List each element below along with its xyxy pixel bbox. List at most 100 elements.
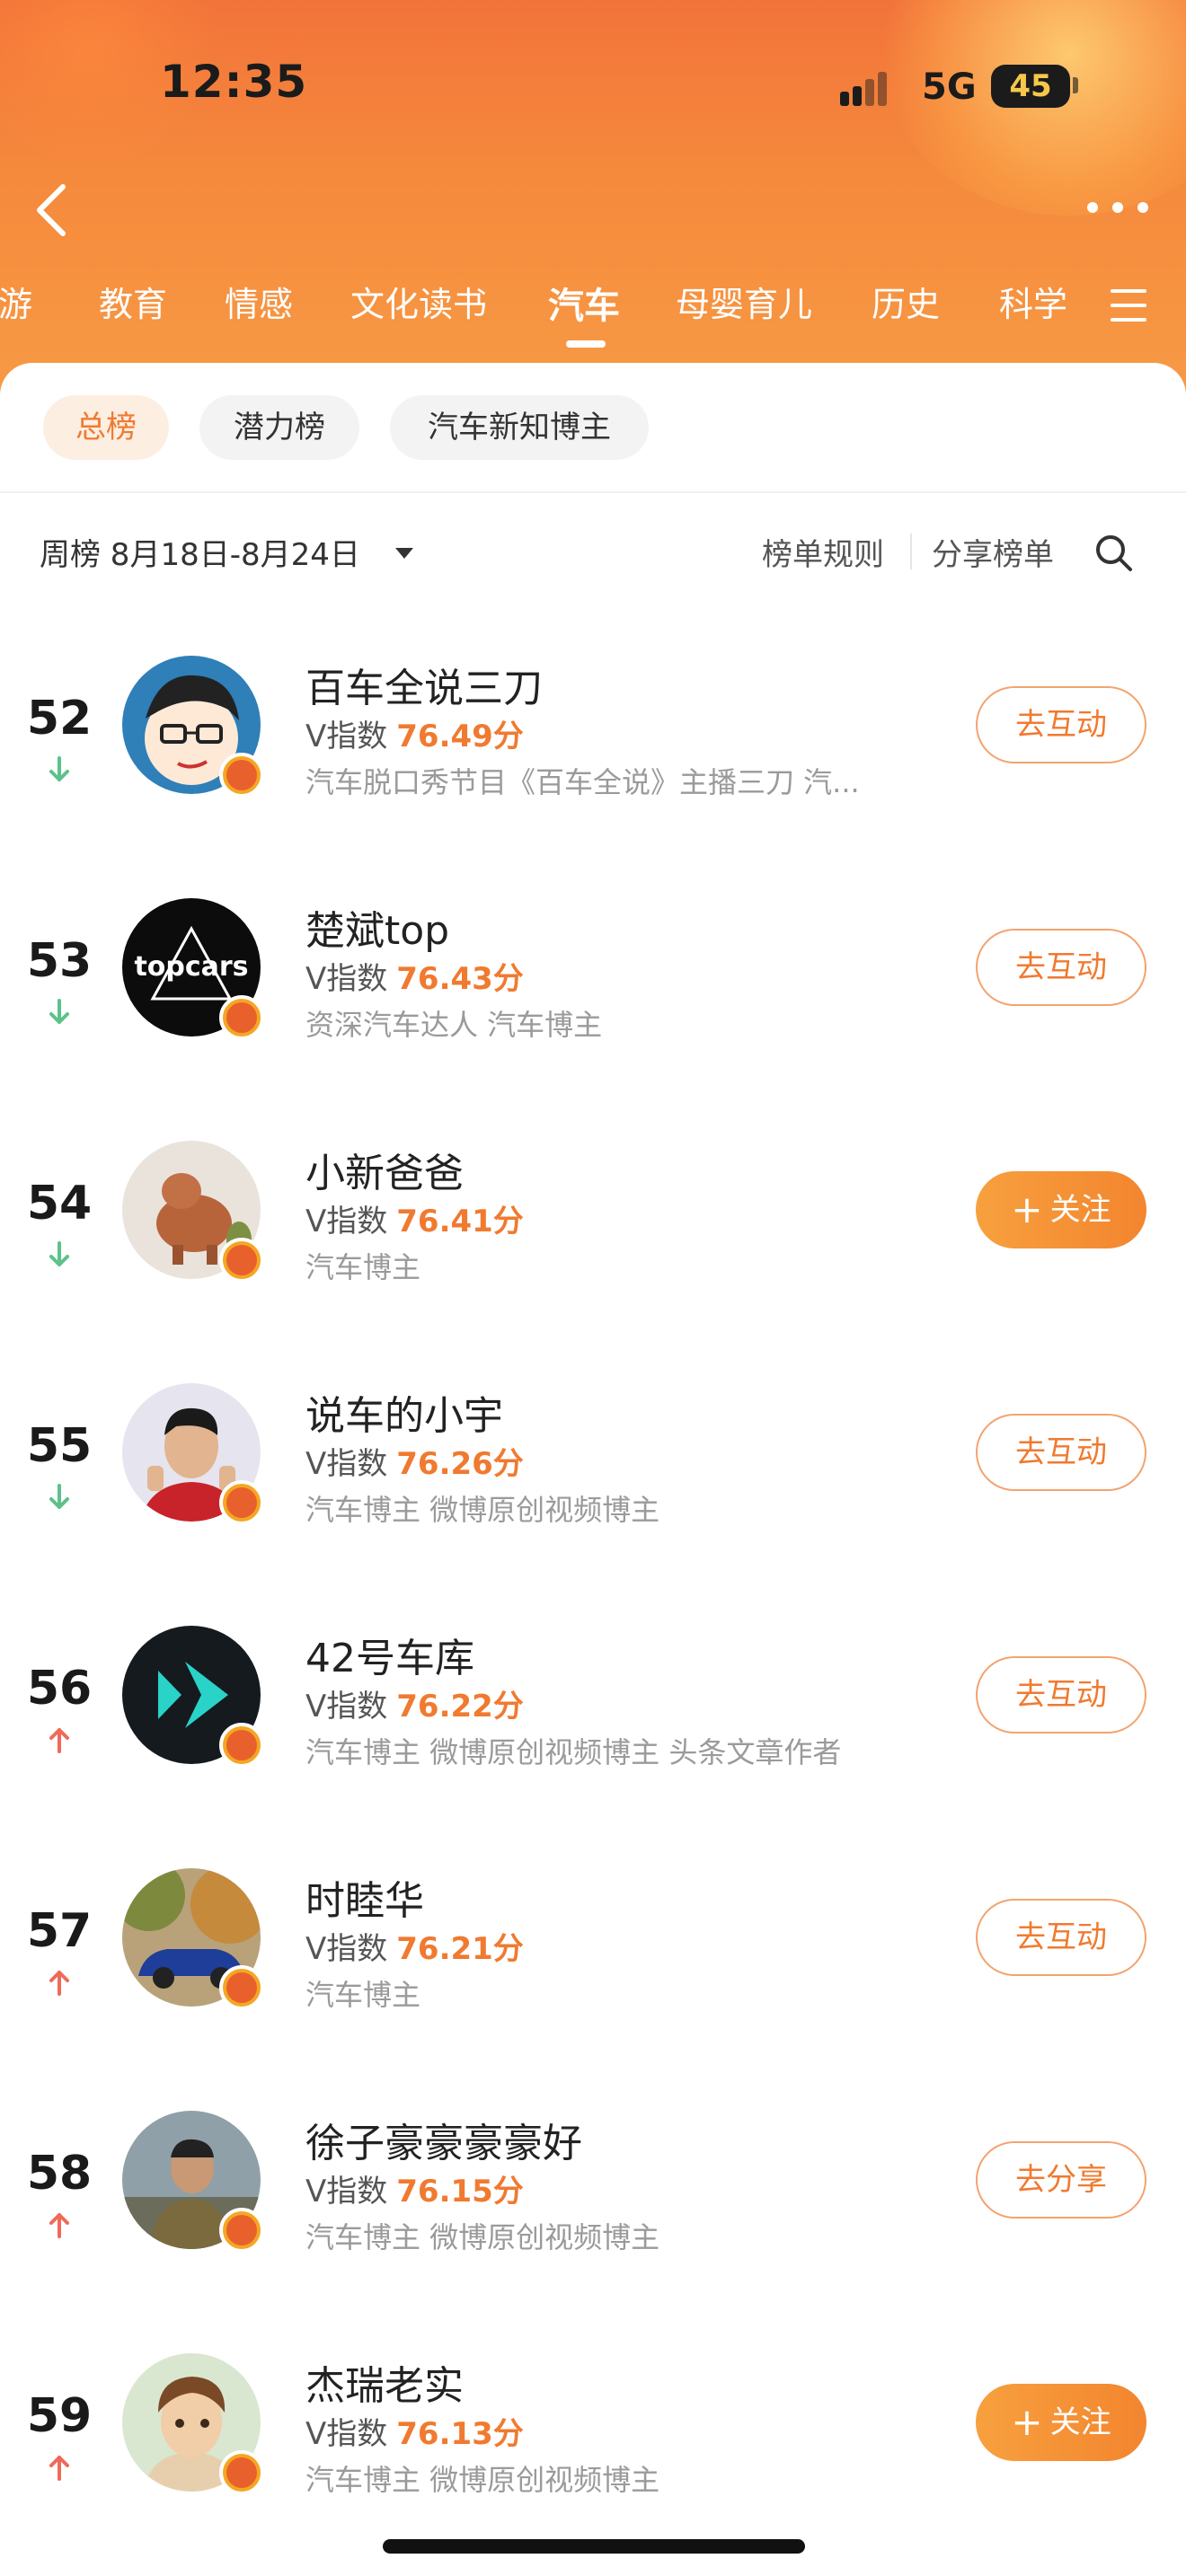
tab-emotion[interactable]: 情感 [225,277,293,326]
score-label: V指数 [305,1204,388,1239]
divider [910,534,912,569]
ranking-row[interactable]: 57 时睦华 V指数 76.21分 汽车博主 去互动 [0,1814,1186,2057]
blogger-name[interactable]: 时睦华 [305,1868,424,1926]
action-label: 去互动 [1015,1677,1107,1713]
follow-button[interactable]: + 关注 [976,1171,1146,1248]
chip-auto-new[interactable]: 汽车新知博主 [390,395,649,460]
action-button[interactable]: 去互动 [976,686,1146,763]
score-value: 76.41分 [396,1204,524,1239]
blogger-description: 汽车脱口秀节目《百车全说》主播三刀 汽... [305,765,860,799]
rank-number: 52 [26,692,93,745]
caret-down-icon[interactable] [395,548,413,559]
trend-down-icon [49,1241,70,1268]
tab-parenting[interactable]: 母婴育儿 [676,277,812,326]
follow-button[interactable]: + 关注 [976,2384,1146,2461]
rank-number: 56 [26,1662,93,1716]
action-button[interactable]: 去互动 [976,1899,1146,1976]
score-line: V指数 76.15分 [305,2166,524,2210]
trend-up-icon [49,1726,70,1753]
back-button[interactable] [27,180,81,243]
signal-icon [840,70,899,106]
battery-icon: 45 [991,65,1070,108]
tab-travel[interactable]: 旅游 [0,277,32,326]
trend-down-icon [49,1484,70,1511]
verified-badge-icon [219,1723,264,1768]
verified-badge-icon [219,2208,264,2253]
score-line: V指数 76.26分 [305,1439,524,1483]
active-tab-indicator [566,340,606,348]
network-type: 5G [922,66,977,108]
score-line: V指数 76.21分 [305,1924,524,1968]
verified-badge-icon [219,1238,264,1283]
ranking-row[interactable]: 52 百车全说三刀 V指数 76.49分汽车脱口秀节目《百车全说》主播三刀 汽... 去… [0,602,1186,844]
trend-down-icon [49,756,70,783]
action-label: 去分享 [1015,2162,1107,2198]
rank-number: 55 [26,1419,93,1473]
ranking-row[interactable]: 56 42号车库 V指数 76.22分 汽车博主 微博原创视频博主 头条文章作者 去互动 [0,1572,1186,1814]
rank-number: 54 [26,1177,93,1231]
ranking-row[interactable]: 55 说车的小宇 V指数 76.26分 汽车博主 微博原创视频博主 去互动 [0,1329,1186,1572]
plus-icon: + [1011,2400,1043,2444]
trend-down-icon [49,999,70,1026]
blogger-name[interactable]: 楚斌top [305,898,449,956]
sub-tabs: 总榜 潜力榜 汽车新知博主 [0,395,1186,485]
status-bar: 12:35 5G 45 [0,0,1186,171]
verified-badge-icon [219,1965,264,2010]
action-button[interactable]: 去互动 [976,1656,1146,1734]
chip-overall[interactable]: 总榜 [43,395,169,460]
score-line: V指数 76.13分 [305,2409,524,2453]
score-line: V指数 76.49分 [305,711,524,755]
divider [0,491,1186,493]
blogger-name[interactable]: 42号车库 [305,1626,474,1683]
score-line: V指数 76.43分 [305,954,524,998]
status-time: 12:35 [160,56,308,108]
score-label: V指数 [305,2416,388,2452]
blogger-description: 汽车博主 微博原创视频博主 [305,2463,660,2497]
tab-auto[interactable]: 汽车 [548,277,620,329]
rank-number: 53 [26,934,93,988]
search-button[interactable] [1093,532,1136,575]
category-tabs: 旅游 教育 情感 文化读书 汽车 母婴育儿 历史 科学 [0,277,1105,357]
tab-history[interactable]: 历史 [872,277,940,326]
rules-link[interactable]: 榜单规则 [762,530,884,574]
tab-education[interactable]: 教育 [99,277,167,326]
blogger-name[interactable]: 徐子豪豪豪豪好 [305,2111,582,2168]
ranking-row[interactable]: 53 topcars 楚斌top V指数 76.43分 资深汽车达人 汽车博主 去互动 [0,844,1186,1087]
search-icon [1096,535,1132,571]
action-button[interactable]: 去分享 [976,2141,1146,2219]
ranking-row[interactable]: 54 小新爸爸 V指数 76.41分 汽车博主 + 关注 [0,1087,1186,1329]
ranking-row[interactable]: 58 徐子豪豪豪豪好 V指数 76.15分 汽车博主 微博原创视频博主 去分享 [0,2057,1186,2299]
verified-badge-icon [219,2450,264,2495]
score-value: 76.13分 [396,2416,524,2452]
home-indicator [383,2539,805,2554]
blogger-name[interactable]: 小新爸爸 [305,1141,464,1198]
score-line: V指数 76.22分 [305,1681,524,1725]
action-label: 去互动 [1015,707,1107,743]
score-label: V指数 [305,1689,388,1725]
menu-button[interactable] [1111,287,1154,323]
verified-badge-icon [219,753,264,798]
action-button[interactable]: 去互动 [976,929,1146,1006]
trend-up-icon [49,2454,70,2481]
week-selector[interactable]: 周榜 8月18日-8月24日 [40,530,360,574]
tab-culture-reading[interactable]: 文化读书 [350,277,487,326]
score-line: V指数 76.41分 [305,1196,524,1240]
tab-science[interactable]: 科学 [999,277,1067,326]
rank-number: 57 [26,1904,93,1958]
ranking-row[interactable]: 59 杰瑞老实 V指数 76.13分 汽车博主 微博原创视频博主 + 关注 [0,2299,1186,2542]
action-label: 关注 [1049,2404,1111,2440]
battery-tip [1073,77,1078,93]
share-link[interactable]: 分享榜单 [932,530,1054,574]
more-button[interactable] [1078,189,1159,225]
action-button[interactable]: 去互动 [976,1414,1146,1491]
blogger-name[interactable]: 杰瑞老实 [305,2353,464,2411]
blogger-name[interactable]: 百车全说三刀 [305,656,543,713]
score-value: 76.22分 [396,1689,524,1725]
blogger-description: 汽车博主 [305,1250,421,1284]
score-label: V指数 [305,1446,388,1482]
score-value: 76.26分 [396,1446,524,1482]
action-label: 关注 [1049,1192,1111,1228]
chip-potential[interactable]: 潜力榜 [199,395,359,460]
blogger-name[interactable]: 说车的小宇 [305,1383,503,1441]
score-label: V指数 [305,1931,388,1967]
